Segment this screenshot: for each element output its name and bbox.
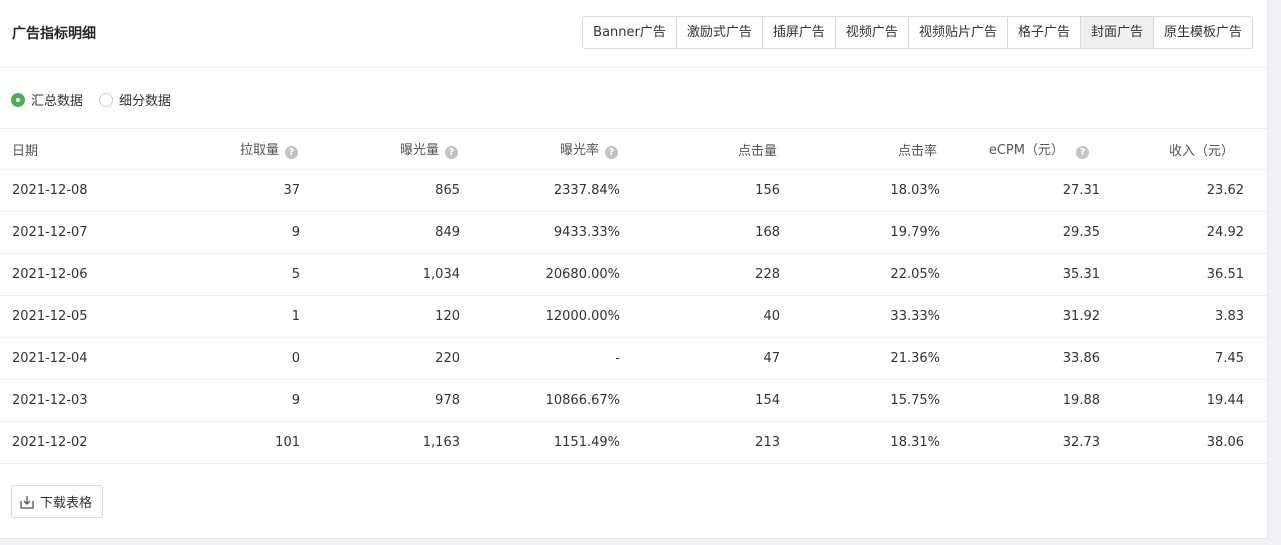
tab-video-patch[interactable]: 视频贴片广告: [907, 17, 1007, 48]
cell-ctr: 19.79%: [780, 211, 940, 254]
cell-ecpm: 33.86: [940, 337, 1100, 380]
header-pull-count: 拉取量?: [140, 129, 300, 170]
cell-revenue: 24.92: [1100, 211, 1268, 254]
cell-impression-rate: 10866.67%: [460, 379, 620, 422]
cell-impressions: 978: [300, 379, 460, 422]
cell-ecpm: 29.35: [940, 211, 1100, 254]
cell-ecpm: 27.31: [940, 169, 1100, 212]
cell-pull-count: 9: [140, 379, 300, 422]
radio-detail[interactable]: 细分数据: [99, 90, 171, 109]
tab-native-template[interactable]: 原生模板广告: [1152, 17, 1252, 48]
cell-clicks: 156: [620, 169, 780, 212]
download-label: 下载表格: [40, 496, 93, 511]
cell-ctr: 22.05%: [780, 253, 940, 296]
help-icon[interactable]: ?: [445, 146, 458, 159]
cell-impressions: 849: [300, 211, 460, 254]
cell-date: 2021-12-05: [0, 295, 140, 338]
cell-ecpm: 19.88: [940, 379, 1100, 422]
cell-revenue: 23.62: [1100, 169, 1268, 212]
metrics-table: 日期 拉取量? 曝光量? 曝光率? 点击量 点击率 eCPM（元）? 收入（元）…: [0, 129, 1268, 464]
cell-ecpm: 32.73: [940, 421, 1100, 464]
table-row: 2021-12-04 0 220-47 21.36% 33.86 7.45: [0, 337, 1268, 380]
radio-summary-label: 汇总数据: [31, 94, 84, 109]
header-revenue: 收入（元）: [1100, 129, 1268, 170]
table-row: 2021-12-02 101 1,163 1151.49% 213 18.31% 32.73…: [0, 421, 1268, 464]
cell-pull-count: 1: [140, 295, 300, 338]
header-ctr: 点击率: [780, 129, 940, 170]
radio-unchecked-icon: [99, 92, 113, 107]
cell-ctr: 15.75%: [780, 379, 940, 422]
cell-date: 2021-12-07: [0, 211, 140, 254]
cell-clicks: 154: [620, 379, 780, 422]
cell-clicks: 168: [620, 211, 780, 254]
cell-pull-count: 37: [140, 169, 300, 212]
cell-ctr: 21.36%: [780, 337, 940, 380]
cell-date: 2021-12-04: [0, 337, 140, 380]
help-icon[interactable]: ?: [285, 146, 298, 159]
header-impressions: 曝光量?: [300, 129, 460, 170]
radio-summary[interactable]: 汇总数据: [11, 90, 83, 109]
cell-pull-count: 101: [140, 421, 300, 464]
header-impression-rate: 曝光率?: [460, 129, 620, 170]
ad-metrics-card: 广告指标明细 Banner广告 激励式广告 插屏广告 视频广告 视频贴片广告 格…: [0, 0, 1268, 539]
tab-rewarded[interactable]: 激励式广告: [675, 17, 762, 48]
cell-impressions: 1,163: [300, 421, 460, 464]
radio-detail-label: 细分数据: [119, 94, 172, 109]
cell-clicks: 213: [620, 421, 780, 464]
help-icon[interactable]: ?: [605, 146, 618, 159]
tab-banner[interactable]: Banner广告: [583, 17, 676, 48]
tab-grid[interactable]: 格子广告: [1006, 17, 1080, 48]
download-table-button[interactable]: 下载表格: [11, 485, 104, 518]
cell-revenue: 7.45: [1100, 337, 1268, 380]
page-title: 广告指标明细: [12, 26, 96, 42]
ad-type-tabs: Banner广告 激励式广告 插屏广告 视频广告 视频贴片广告 格子广告 封面广…: [582, 16, 1253, 49]
data-mode-radio-group: 汇总数据 细分数据: [0, 68, 1267, 129]
cell-revenue: 19.44: [1100, 379, 1268, 422]
cell-date: 2021-12-03: [0, 379, 140, 422]
cell-impressions: 865: [300, 169, 460, 212]
help-icon[interactable]: ?: [1076, 146, 1089, 159]
cell-pull-count: 5: [140, 253, 300, 296]
cell-pull-count: 9: [140, 211, 300, 254]
cell-impression-rate: 2337.84%: [460, 169, 620, 212]
header-clicks: 点击量: [620, 129, 780, 170]
card-header: 广告指标明细 Banner广告 激励式广告 插屏广告 视频广告 视频贴片广告 格…: [0, 0, 1267, 68]
table-row: 2021-12-05 1 120 12000.00% 40 33.33% 31.92 3.83: [0, 295, 1268, 338]
cell-clicks: 228: [620, 253, 780, 296]
cell-revenue: 38.06: [1100, 421, 1268, 464]
cell-clicks: 47: [620, 337, 780, 380]
tab-cover[interactable]: 封面广告: [1079, 17, 1153, 48]
table-row: 2021-12-03 9 978 10866.67% 154 15.75% 19.88 19.…: [0, 379, 1268, 422]
cell-ecpm: 35.31: [940, 253, 1100, 296]
table-row: 2021-12-08 37 865 2337.84% 156 18.03% 27.31 23.…: [0, 169, 1268, 212]
cell-ecpm: 31.92: [940, 295, 1100, 338]
header-ecpm: eCPM（元）?: [940, 129, 1100, 170]
download-icon: [20, 495, 34, 509]
cell-ctr: 33.33%: [780, 295, 940, 338]
cell-impression-rate: 1151.49%: [460, 421, 620, 464]
cell-date: 2021-12-08: [0, 169, 140, 212]
cell-impression-rate: 20680.00%: [460, 253, 620, 296]
cell-date: 2021-12-02: [0, 421, 140, 464]
radio-checked-icon: [11, 92, 25, 107]
header-date: 日期: [0, 129, 140, 170]
cell-ctr: 18.31%: [780, 421, 940, 464]
cell-ctr: 18.03%: [780, 169, 940, 212]
tab-interstitial[interactable]: 插屏广告: [761, 17, 835, 48]
table-header-row: 日期 拉取量? 曝光量? 曝光率? 点击量 点击率 eCPM（元）? 收入（元）: [0, 129, 1268, 170]
cell-pull-count: 0: [140, 337, 300, 380]
cell-revenue: 36.51: [1100, 253, 1268, 296]
cell-clicks: 40: [620, 295, 780, 338]
table-row: 2021-12-06 5 1,034 20680.00% 228 22.05% 35.31 3…: [0, 253, 1268, 296]
cell-revenue: 3.83: [1100, 295, 1268, 338]
cell-impressions: 1,034: [300, 253, 460, 296]
cell-impression-rate: 9433.33%: [460, 211, 620, 254]
tab-video[interactable]: 视频广告: [834, 17, 908, 48]
table-row: 2021-12-07 9 849 9433.33% 168 19.79% 29.35 24.9…: [0, 211, 1268, 254]
cell-impression-rate: -: [460, 337, 620, 380]
cell-impressions: 220: [300, 337, 460, 380]
cell-impressions: 120: [300, 295, 460, 338]
cell-impression-rate: 12000.00%: [460, 295, 620, 338]
cell-date: 2021-12-06: [0, 253, 140, 296]
